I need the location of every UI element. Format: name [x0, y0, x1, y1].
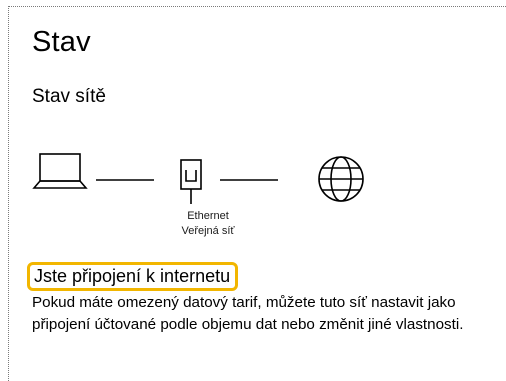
page-title: Stav — [32, 26, 91, 58]
section-title: Stav sítě — [32, 86, 106, 107]
network-type: Veřejná síť — [181, 225, 235, 237]
ethernet-icon — [180, 159, 202, 204]
laptop-icon — [32, 153, 88, 189]
connection-description: Pokud máte omezený datový tarif, můžete … — [32, 294, 464, 333]
connection-status-heading: Jste připojení k internetu — [27, 262, 239, 291]
globe-icon — [318, 156, 364, 202]
network-diagram — [32, 153, 364, 204]
ethernet-caption: Ethernet Veřejná síť — [168, 209, 248, 239]
adapter-name: Ethernet — [187, 210, 229, 222]
